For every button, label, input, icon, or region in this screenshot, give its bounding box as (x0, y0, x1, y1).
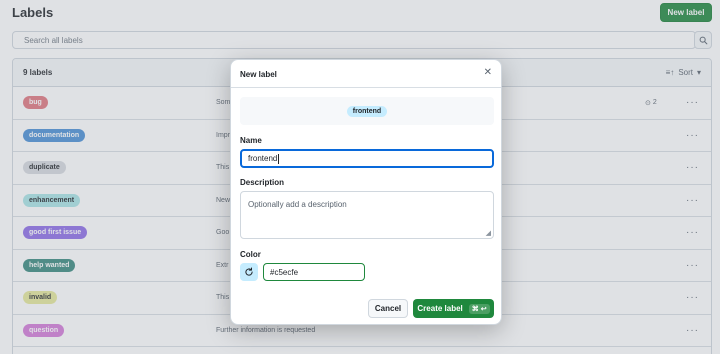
preview-label-pill: frontend (346, 105, 388, 117)
name-input[interactable]: frontend (240, 149, 494, 168)
resize-grip-icon[interactable]: ◢ (486, 229, 491, 237)
dialog-title: New label (240, 70, 277, 79)
randomize-color-button[interactable] (240, 263, 258, 281)
close-icon[interactable]: ✕ (484, 67, 492, 78)
color-input[interactable]: #c5ecfe (263, 263, 365, 281)
dialog-header: New label ✕ (231, 60, 501, 88)
new-label-dialog: New label ✕ frontend Name frontend Descr… (230, 59, 502, 325)
label-preview: frontend (240, 97, 494, 125)
create-label-button[interactable]: Create label ⌘ ↩ (413, 299, 494, 318)
name-input-value: frontend (248, 154, 278, 163)
cancel-button[interactable]: Cancel (368, 299, 408, 318)
refresh-icon (245, 267, 253, 276)
description-field-label: Description (240, 178, 285, 187)
text-cursor (278, 153, 280, 164)
description-placeholder: Optionally add a description (248, 200, 347, 209)
color-field-label: Color (240, 250, 261, 259)
create-label-text: Create label (417, 304, 463, 313)
name-field-label: Name (240, 136, 262, 145)
description-input[interactable]: Optionally add a description ◢ (240, 191, 494, 239)
keyboard-shortcut: ⌘ ↩ (468, 303, 490, 314)
